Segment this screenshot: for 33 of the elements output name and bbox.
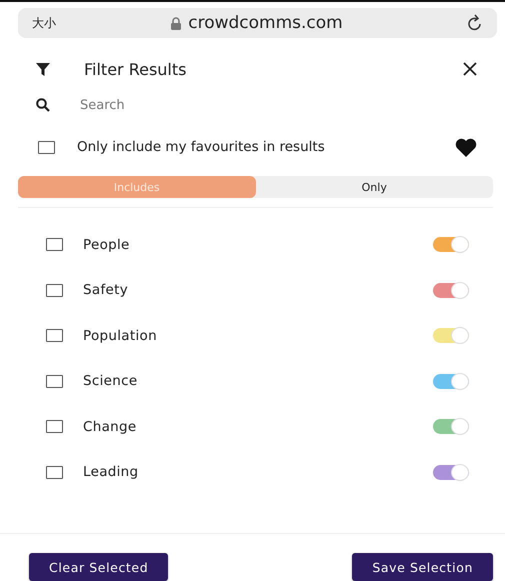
checkbox[interactable] <box>46 284 63 297</box>
reload-icon[interactable] <box>467 14 483 32</box>
url-text[interactable]: crowdcomms.com <box>188 13 343 33</box>
search-icon <box>36 98 50 112</box>
segment-tab[interactable]: Only <box>256 176 493 198</box>
footer-button[interactable]: Save Selection <box>352 553 493 581</box>
checkbox[interactable] <box>46 374 63 388</box>
color-toggle[interactable] <box>433 374 469 389</box>
color-toggle[interactable] <box>433 237 469 252</box>
category-label: Change <box>83 418 138 435</box>
favourites-label: Only include my favourites in results <box>77 139 326 155</box>
text-size-button[interactable]: 大小 <box>32 14 56 32</box>
color-toggle[interactable] <box>433 464 469 480</box>
category-label: People <box>83 236 131 253</box>
panel-title: Filter Results <box>84 60 188 78</box>
filter-icon <box>36 62 50 76</box>
category-label: Safety <box>83 282 129 298</box>
checkbox[interactable] <box>46 238 63 252</box>
checkbox[interactable] <box>46 329 63 342</box>
checkbox[interactable] <box>46 420 63 434</box>
lock-icon <box>170 16 182 30</box>
search-field[interactable]: Search <box>80 96 280 114</box>
color-toggle[interactable] <box>433 282 469 298</box>
color-toggle[interactable] <box>433 419 469 434</box>
checkbox[interactable] <box>46 466 63 479</box>
checkbox[interactable] <box>38 140 55 154</box>
close-icon[interactable] <box>463 62 477 76</box>
category-label: Science <box>83 373 138 390</box>
category-label: Leading <box>83 464 140 480</box>
heart-icon[interactable] <box>455 138 477 156</box>
category-label: Population <box>83 328 158 344</box>
footer-button[interactable]: Clear Selected <box>29 553 168 581</box>
color-toggle[interactable] <box>433 328 469 344</box>
